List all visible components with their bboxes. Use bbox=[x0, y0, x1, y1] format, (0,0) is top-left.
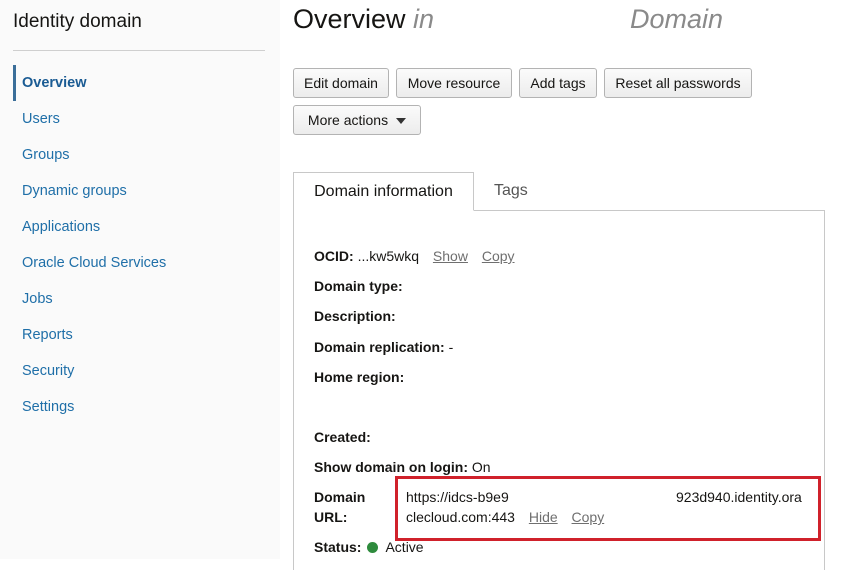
home-region-label: Home region: bbox=[314, 369, 405, 385]
domain-replication-label: Domain replication: bbox=[314, 339, 445, 355]
sidebar-item-overview[interactable]: Overview bbox=[13, 65, 273, 101]
ocid-row: OCID: ...kw5wkq Show Copy bbox=[314, 248, 515, 264]
page-title-text: Overview bbox=[293, 4, 406, 34]
status-row: Status: Active bbox=[314, 539, 424, 555]
ocid-value: ...kw5wkq bbox=[357, 248, 420, 264]
domain-url-part2: 923d940.identity.ora bbox=[676, 489, 802, 505]
home-region-row: Home region: bbox=[314, 369, 404, 385]
sidebar-item-dynamic-groups[interactable]: Dynamic groups bbox=[13, 173, 273, 209]
tab-domain-information[interactable]: Domain information bbox=[293, 172, 474, 211]
created-label: Created: bbox=[314, 429, 371, 445]
domain-url-label-line2: URL: bbox=[314, 509, 348, 525]
show-on-login-value: On bbox=[471, 459, 491, 475]
sidebar-item-jobs[interactable]: Jobs bbox=[13, 281, 273, 317]
ocid-show-link[interactable]: Show bbox=[433, 248, 468, 264]
description-row: Description: bbox=[314, 308, 396, 324]
sidebar-item-settings[interactable]: Settings bbox=[13, 389, 273, 425]
caret-down-icon bbox=[396, 118, 407, 125]
ocid-label: OCID: bbox=[314, 248, 354, 264]
page-title-domain: Domain bbox=[630, 4, 724, 34]
ocid-copy-link[interactable]: Copy bbox=[482, 248, 515, 264]
move-resource-button[interactable]: Move resource bbox=[396, 68, 512, 98]
domain-url-label-line1: Domain bbox=[314, 489, 366, 505]
show-on-login-label: Show domain on login: bbox=[314, 459, 468, 475]
sidebar-item-applications[interactable]: Applications bbox=[13, 209, 273, 245]
reset-all-passwords-button[interactable]: Reset all passwords bbox=[604, 68, 752, 98]
domain-type-label: Domain type: bbox=[314, 278, 403, 294]
sidebar-nav: Overview Users Groups Dynamic groups App… bbox=[13, 65, 273, 425]
domain-url-part1: https://idcs-b9e9 bbox=[406, 489, 509, 505]
more-actions-label: More actions bbox=[307, 112, 389, 128]
status-label: Status: bbox=[314, 539, 362, 555]
domain-url-line2: clecloud.com:443 Hide Copy bbox=[406, 509, 604, 525]
sidebar-item-security[interactable]: Security bbox=[13, 353, 273, 389]
sidebar-divider bbox=[13, 50, 265, 51]
edit-domain-button[interactable]: Edit domain bbox=[293, 68, 389, 98]
domain-replication-row: Domain replication: - bbox=[314, 339, 453, 355]
page-title: Overview in Domain bbox=[293, 4, 723, 35]
domain-url-hide-link[interactable]: Hide bbox=[529, 509, 558, 525]
sidebar-item-groups[interactable]: Groups bbox=[13, 137, 273, 173]
sidebar: Identity domain Overview Users Groups Dy… bbox=[0, 0, 280, 559]
sidebar-item-users[interactable]: Users bbox=[13, 101, 273, 137]
domain-url-part3: clecloud.com:443 bbox=[406, 509, 515, 525]
domain-url-copy-link[interactable]: Copy bbox=[572, 509, 605, 525]
domain-replication-value: - bbox=[448, 339, 454, 355]
domain-type-row: Domain type: bbox=[314, 278, 403, 294]
show-on-login-row: Show domain on login: On bbox=[314, 459, 491, 475]
sidebar-item-oracle-cloud-services[interactable]: Oracle Cloud Services bbox=[13, 245, 273, 281]
created-row: Created: bbox=[314, 429, 371, 445]
page-title-in: in bbox=[413, 4, 435, 34]
tab-tags[interactable]: Tags bbox=[494, 172, 528, 211]
description-label: Description: bbox=[314, 308, 396, 324]
add-tags-button[interactable]: Add tags bbox=[519, 68, 597, 98]
more-actions-button[interactable]: More actions bbox=[293, 105, 421, 135]
sidebar-title: Identity domain bbox=[13, 11, 142, 32]
sidebar-item-reports[interactable]: Reports bbox=[13, 317, 273, 353]
status-active-icon bbox=[367, 542, 379, 553]
status-value: Active bbox=[385, 539, 424, 555]
